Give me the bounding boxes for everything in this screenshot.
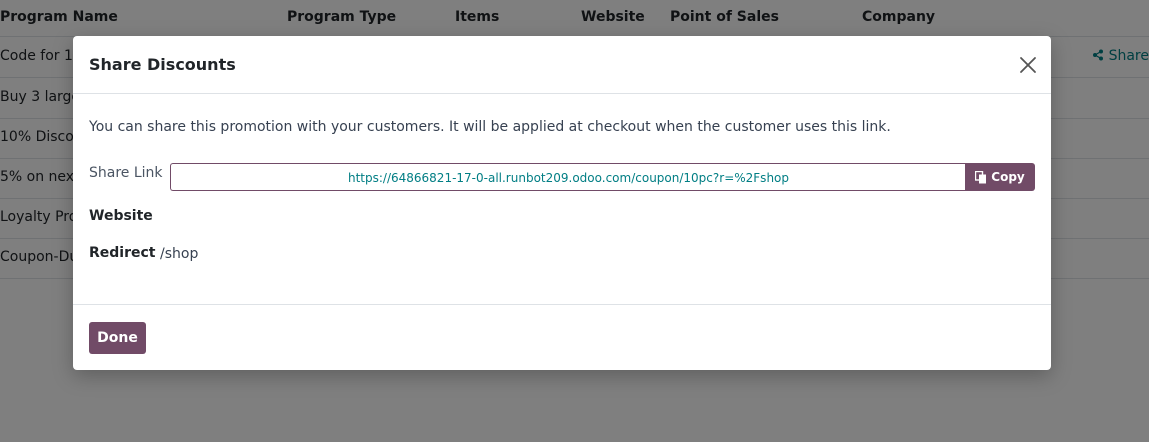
redirect-label: Redirect bbox=[89, 245, 156, 261]
copy-button[interactable]: Copy bbox=[965, 163, 1035, 191]
close-icon bbox=[1020, 57, 1036, 73]
share-link-label: Share Link bbox=[89, 165, 163, 181]
close-button[interactable] bbox=[1017, 54, 1039, 76]
copy-icon bbox=[975, 170, 987, 183]
website-label: Website bbox=[89, 208, 153, 224]
redirect-value[interactable]: /shop bbox=[160, 246, 198, 262]
copy-label: Copy bbox=[991, 170, 1025, 184]
share-discounts-dialog: Share Discounts You can share this promo… bbox=[73, 36, 1051, 370]
intro-text: You can share this promotion with your c… bbox=[89, 119, 891, 135]
dialog-footer: Done bbox=[73, 304, 1051, 371]
dialog-title: Share Discounts bbox=[89, 55, 236, 74]
share-link-field[interactable]: https://64866821-17-0-all.runbot209.odoo… bbox=[170, 163, 966, 191]
done-button[interactable]: Done bbox=[89, 322, 146, 354]
dialog-body: You can share this promotion with your c… bbox=[73, 94, 1051, 304]
dialog-header: Share Discounts bbox=[73, 36, 1051, 94]
